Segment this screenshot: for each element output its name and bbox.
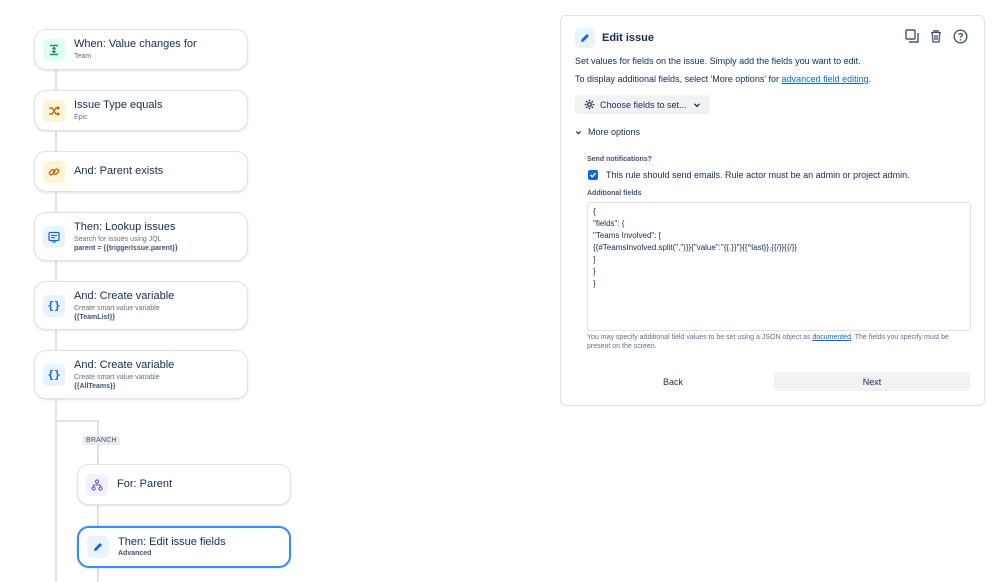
rule-detail: {{AllTeams}} <box>74 382 116 390</box>
rule-detail: Advanced <box>118 550 152 557</box>
rule-detail: {{TeamList}} <box>74 313 116 321</box>
rule-card-action[interactable]: {} And: Create variable Create smart val… <box>34 350 248 399</box>
more-options-toggle[interactable]: More options <box>575 127 640 137</box>
rule-subtitle: Epic <box>74 114 88 121</box>
advanced-field-editing-link[interactable]: advanced field editing <box>782 74 869 84</box>
description-suffix: . <box>868 74 872 84</box>
branch-tag: BRANCH <box>83 436 120 445</box>
rule-title: For: Parent <box>117 478 173 490</box>
rule-card-action[interactable]: {} And: Create variable Create smart val… <box>34 281 248 330</box>
json-line: { <box>593 207 596 216</box>
rule-subtitle: Search for issues using JQL <box>74 235 162 243</box>
json-line: ] <box>593 255 596 264</box>
rule-title: And: Create variable <box>74 358 175 371</box>
pencil-icon <box>575 28 595 48</box>
pencil-icon <box>87 536 109 558</box>
chevron-down-icon <box>575 130 582 134</box>
rule-title: And: Create variable <box>74 289 175 302</box>
shuffle-icon <box>43 99 65 122</box>
rule-title: Issue Type equals <box>74 99 163 111</box>
help-icon[interactable] <box>952 28 968 44</box>
back-button[interactable]: Back <box>587 372 759 391</box>
edit-issue-panel: Edit issue Set values for fields on the … <box>560 15 985 406</box>
rule-title: Then: Edit issue fields <box>118 536 226 548</box>
copy-icon[interactable] <box>904 28 920 44</box>
documented-link[interactable]: documented <box>812 334 851 341</box>
panel-description-more: To display additional fields, select 'Mo… <box>575 74 871 84</box>
panel-title: Edit issue <box>602 32 654 44</box>
json-line: {{#TeamsInvolved.split(",")}}{"value":"{… <box>593 243 798 252</box>
rule-card-trigger[interactable]: When: Value changes for Team <box>34 29 248 70</box>
panel-description: Set values for fields on the issue. Simp… <box>575 56 861 66</box>
choose-fields-dropdown[interactable]: Choose fields to set... <box>575 95 710 114</box>
notify-text: This rule should send emails. Rule actor… <box>606 170 910 180</box>
lookup-icon <box>43 225 65 248</box>
additional-fields-label: Additional fields <box>587 190 642 197</box>
send-notifications-checkbox[interactable]: This rule should send emails. Rule actor… <box>588 170 910 180</box>
help-text: You may specify additional field values … <box>587 333 967 351</box>
help-text-prefix: You may specify additional field values … <box>587 334 813 341</box>
choose-fields-label: Choose fields to set... <box>600 99 687 110</box>
braces-icon: {} <box>43 294 65 317</box>
checkbox-checked-icon <box>588 170 598 180</box>
json-line: } <box>593 267 596 276</box>
value-change-icon <box>43 38 65 61</box>
rule-detail: parent = {{triggerIssue.parent}} <box>74 244 178 252</box>
next-button[interactable]: Next <box>774 372 970 391</box>
chevron-down-icon <box>693 102 700 107</box>
rule-title: When: Value changes for <box>74 38 197 50</box>
json-line: } <box>593 279 596 288</box>
gear-icon <box>584 99 595 110</box>
rule-subtitle: Team <box>74 53 92 60</box>
trash-icon[interactable] <box>928 28 944 44</box>
rule-title: Then: Lookup issues <box>74 220 176 233</box>
link-icon <box>43 160 65 183</box>
branch-connector <box>56 420 98 422</box>
rule-card-condition[interactable]: Issue Type equals Epic <box>34 90 248 131</box>
additional-fields-textarea[interactable]: { "fields": { "Teams Involved": [ {{#Tea… <box>587 202 971 331</box>
rule-subtitle: Create smart value variable <box>74 304 160 312</box>
description-text: To display additional fields, select 'Mo… <box>575 74 782 84</box>
rule-card-condition[interactable]: And: Parent exists <box>34 151 248 192</box>
hierarchy-icon <box>86 473 108 496</box>
json-line: "fields": { <box>593 219 625 228</box>
rule-card-edit-issue[interactable]: Then: Edit issue fields Advanced <box>77 526 291 568</box>
rule-title: And: Parent exists <box>74 165 164 177</box>
braces-icon: {} <box>43 363 65 386</box>
rule-subtitle: Create smart value variable <box>74 373 160 381</box>
more-options-label: More options <box>588 127 641 137</box>
send-notifications-label: Send notifications? <box>587 156 652 163</box>
rule-card-branch[interactable]: For: Parent <box>77 464 291 505</box>
json-line: "Teams Involved": [ <box>593 231 661 240</box>
rule-card-action[interactable]: Then: Lookup issues Search for issues us… <box>34 212 248 261</box>
